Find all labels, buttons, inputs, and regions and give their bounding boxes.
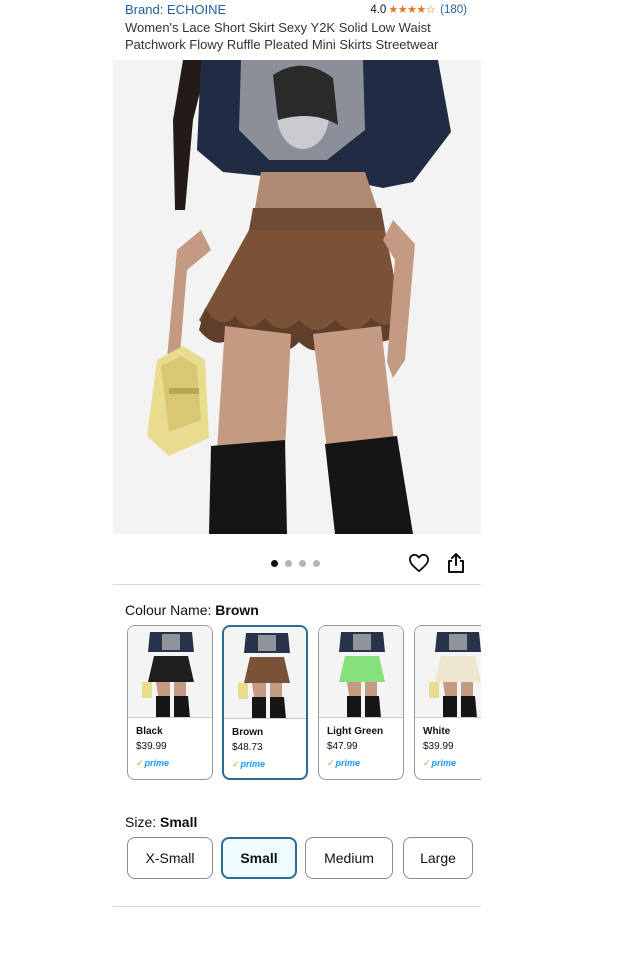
carousel-dot[interactable] [299, 560, 306, 567]
heart-icon[interactable] [408, 553, 430, 573]
section-divider [113, 906, 481, 907]
size-label-text: Size: [125, 814, 161, 830]
size-option-small[interactable]: Small [221, 837, 297, 879]
size-option-x-small[interactable]: X-Small [127, 837, 213, 879]
prime-check-icon: ✓ [136, 758, 144, 768]
product-main-image[interactable] [113, 60, 481, 534]
swatch-image [319, 626, 403, 718]
prime-badge: ✓prime [423, 758, 456, 769]
size-option-large[interactable]: Large [403, 837, 473, 879]
rating-summary[interactable]: 4.0 ★★★★☆ (180) [370, 3, 467, 17]
prime-label: prime [240, 759, 266, 769]
swatch-price: $39.99 [423, 741, 454, 752]
swatch-price: $48.73 [232, 742, 263, 753]
swatch-colour-name: Light Green [327, 726, 384, 737]
carousel-dot[interactable] [271, 560, 278, 567]
swatch-colour-name: Brown [232, 727, 264, 738]
swatch-image [415, 626, 481, 718]
swatch-price: $47.99 [327, 741, 358, 752]
prime-check-icon: ✓ [327, 758, 335, 768]
swatch-colour-name: Black [136, 726, 163, 737]
size-label: Size: Small [125, 814, 197, 830]
colour-selected-value: Brown [215, 602, 259, 618]
star-rating-icon: ★★★★☆ [388, 4, 436, 16]
swatch-colour-name: White [423, 726, 451, 737]
carousel-dot[interactable] [285, 560, 292, 567]
rating-value: 4.0 [370, 3, 387, 16]
swatch-image [128, 626, 212, 718]
colour-swatch-brown[interactable]: Brown $48.73 ✓prime [222, 625, 308, 780]
prime-badge: ✓prime [136, 758, 169, 769]
model-photo [113, 60, 481, 534]
colour-swatch-list: Black $39.99 ✓prime Brown $48.73 ✓prime [127, 625, 481, 783]
size-option-medium[interactable]: Medium [305, 837, 393, 879]
size-selected-value: Small [160, 814, 198, 830]
product-title: Women's Lace Short Skirt Sexy Y2K Solid … [125, 20, 439, 52]
share-icon[interactable] [446, 552, 466, 574]
colour-swatch-white[interactable]: White $39.99 ✓prime [414, 625, 481, 780]
colour-swatch-light-green[interactable]: Light Green $47.99 ✓prime [318, 625, 404, 780]
colour-swatch-black[interactable]: Black $39.99 ✓prime [127, 625, 213, 780]
section-divider [113, 584, 481, 585]
image-carousel-dots [271, 560, 320, 567]
prime-label: prime [335, 758, 361, 768]
carousel-dot[interactable] [313, 560, 320, 567]
prime-badge: ✓prime [327, 758, 360, 769]
colour-label-text: Colour Name: [125, 602, 216, 618]
brand-link[interactable]: Brand: ECHOINE [125, 2, 226, 17]
prime-badge: ✓prime [232, 759, 265, 770]
prime-label: prime [144, 758, 170, 768]
review-count[interactable]: (180) [440, 4, 467, 16]
swatch-price: $39.99 [136, 741, 167, 752]
colour-name-label: Colour Name: Brown [125, 602, 259, 618]
prime-check-icon: ✓ [423, 758, 431, 768]
prime-check-icon: ✓ [232, 759, 240, 769]
swatch-image [224, 627, 306, 719]
brand-rating-row: Brand: ECHOINE 4.0 ★★★★☆ (180) [125, 2, 481, 18]
prime-label: prime [431, 758, 457, 768]
product-detail: Brand: ECHOINE 4.0 ★★★★☆ (180) Women's L… [113, 0, 481, 960]
